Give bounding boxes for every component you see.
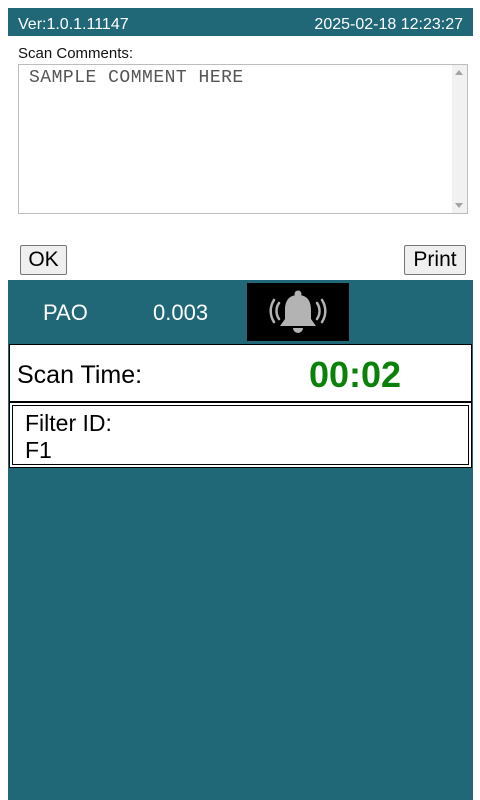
datetime-label: 2025-02-18 12:23:27 xyxy=(314,16,463,33)
bell-ringing-icon xyxy=(269,290,327,333)
scroll-down-arrow-icon[interactable] xyxy=(455,203,463,208)
scroll-up-arrow-icon[interactable] xyxy=(455,70,463,75)
filter-id-value: F1 xyxy=(25,437,52,463)
comments-scrollbar[interactable] xyxy=(452,65,467,213)
scan-time-row: Scan Time: 00:02 xyxy=(9,344,472,402)
alarm-button[interactable] xyxy=(247,283,349,341)
filter-id-inner: Filter ID: F1 xyxy=(12,405,469,465)
print-button[interactable]: Print xyxy=(404,245,466,275)
scan-comments-label: Scan Comments: xyxy=(18,45,134,62)
scan-time-value: 00:02 xyxy=(309,354,402,395)
status-bar: Ver:1.0.1.11147 2025-02-18 12:23:27 xyxy=(8,8,473,36)
ok-button[interactable]: OK xyxy=(20,245,67,275)
filter-id-label: Filter ID: xyxy=(25,410,112,436)
scan-panel: PAO 0.003 Scan Time: 00:02 Filter ID: F1 xyxy=(8,280,473,800)
app-frame: Ver:1.0.1.11147 2025-02-18 12:23:27 Scan… xyxy=(8,8,473,800)
scan-comments-text: SAMPLE COMMENT HERE xyxy=(29,68,244,88)
pao-label: PAO xyxy=(43,300,88,325)
filter-id-box: Filter ID: F1 xyxy=(9,402,472,468)
pao-value: 0.003 xyxy=(153,300,209,325)
version-label: Ver:1.0.1.11147 xyxy=(18,16,129,33)
scan-comments-textarea[interactable]: SAMPLE COMMENT HERE xyxy=(18,64,468,214)
scan-time-label: Scan Time: xyxy=(17,361,143,389)
